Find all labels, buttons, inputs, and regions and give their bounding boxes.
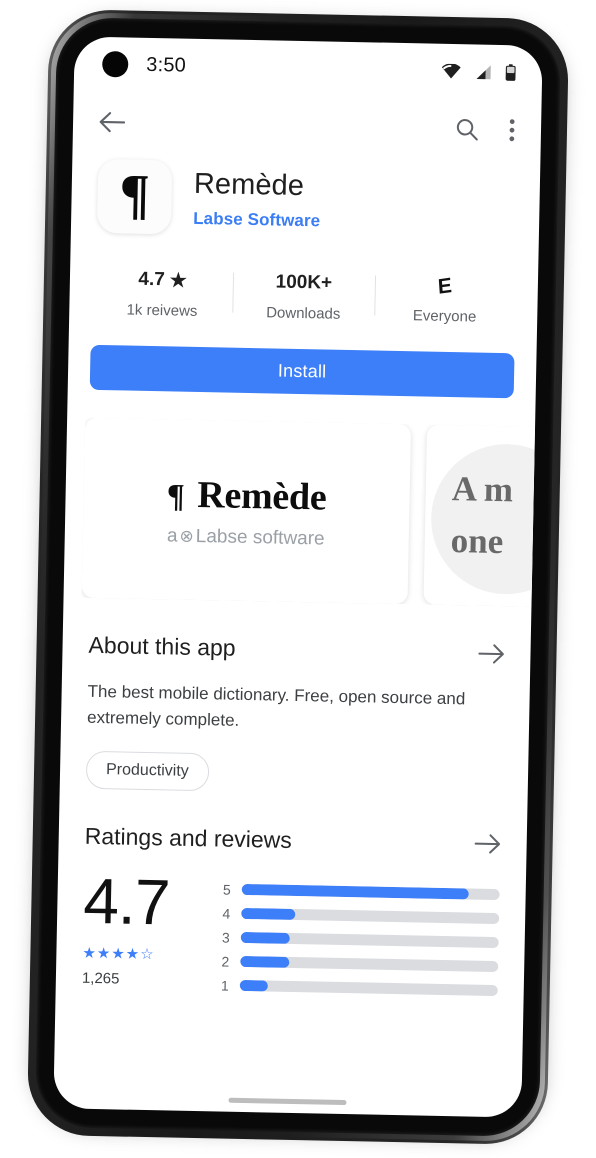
front-camera-punch-hole	[101, 50, 129, 78]
esrb-everyone-icon: E	[437, 273, 453, 299]
screenshot-item-1[interactable]: ¶ Remède a ⊗ Labse software	[81, 417, 412, 605]
ratings-body: 4.7 ★★★★☆ 1,265 5 4 3 2 1	[81, 864, 500, 999]
ratings-section: Ratings and reviews 4.7 ★★★★☆ 1,265 5 4 …	[56, 822, 527, 999]
phone-device: 3:50 ¶ Remède Labse Software 4.7 ★ 1k re…	[26, 8, 570, 1146]
ratings-total-count: 1,265	[81, 969, 120, 988]
screenshot-1-subtitle: a ⊗ Labse software	[167, 525, 325, 550]
back-arrow-icon[interactable]	[99, 111, 126, 134]
histogram-row: 5	[222, 881, 500, 903]
arrow-right-icon[interactable]	[478, 643, 504, 664]
app-bar	[72, 90, 541, 161]
ratings-section-header[interactable]: Ratings and reviews	[84, 822, 501, 857]
app-stats-row: 4.7 ★ 1k reivews 100K+ Downloads E Every…	[91, 267, 516, 326]
stat-downloads[interactable]: 100K+ Downloads	[232, 270, 374, 324]
histogram-row: 2	[220, 953, 499, 975]
about-section-header[interactable]: About this app	[88, 632, 504, 667]
screenshot-1-logo: ¶ Remède	[166, 472, 326, 519]
app-title: Remède	[193, 167, 305, 203]
screenshot-item-2[interactable]: A m one	[423, 424, 536, 607]
gesture-navigation-pill[interactable]	[228, 1097, 347, 1106]
histogram-fill-2	[240, 956, 290, 969]
stat-rating-value: 4.7 ★	[138, 268, 187, 293]
remede-mark-glyph: ¶	[166, 477, 185, 515]
star-icon: ★	[169, 269, 188, 292]
search-icon[interactable]	[455, 117, 479, 141]
histogram-label-4: 4	[222, 905, 231, 922]
histogram-track-1	[239, 980, 498, 997]
app-bar-actions	[455, 117, 515, 142]
histogram-label-5: 5	[222, 881, 231, 898]
arrow-right-icon[interactable]	[474, 834, 501, 855]
stat-rating-number: 4.7	[138, 268, 165, 291]
histogram-label-2: 2	[221, 953, 230, 970]
histogram-label-1: 1	[220, 977, 229, 994]
histogram-label-3: 3	[221, 929, 230, 946]
overflow-menu-icon[interactable]	[509, 118, 515, 142]
stat-rating-label: 1k reivews	[126, 301, 198, 320]
battery-icon	[505, 63, 516, 81]
histogram-track-4	[241, 908, 500, 925]
labse-mark-icon: ⊗	[179, 526, 194, 546]
status-bar-indicators	[441, 62, 522, 81]
histogram-fill-5	[241, 884, 469, 900]
screenshot-2-line-2: one	[450, 521, 504, 562]
phone-screen: 3:50 ¶ Remède Labse Software 4.7 ★ 1k re…	[53, 36, 543, 1118]
app-identity: Remède Labse Software	[193, 167, 321, 231]
status-bar: 3:50	[74, 36, 543, 99]
ratings-title: Ratings and reviews	[84, 822, 293, 853]
app-header: ¶ Remède Labse Software	[71, 152, 541, 241]
ratings-average-score: 4.7	[82, 864, 171, 939]
histogram-fill-4	[241, 908, 296, 921]
about-section: About this app The best mobile dictionar…	[60, 631, 531, 797]
histogram-row: 4	[221, 905, 500, 927]
screenshot-1-subtitle-pre: a	[166, 524, 178, 547]
stat-content-rating-value: E	[437, 273, 453, 299]
category-chip-productivity[interactable]: Productivity	[85, 750, 210, 791]
wifi-icon	[441, 63, 461, 78]
status-bar-clock: 3:50	[146, 53, 187, 77]
histogram-track-5	[241, 884, 500, 901]
histogram-row: 1	[220, 977, 498, 999]
app-icon[interactable]: ¶	[96, 158, 173, 235]
ratings-summary: 4.7 ★★★★☆ 1,265	[81, 864, 196, 988]
screenshot-stage: 3:50 ¶ Remède Labse Software 4.7 ★ 1k re…	[0, 0, 596, 1158]
screenshot-1-subtitle-post: Labse software	[195, 525, 325, 550]
screenshot-2-line-1: A m	[451, 468, 514, 509]
histogram-row: 3	[221, 929, 499, 951]
stat-rating[interactable]: 4.7 ★ 1k reivews	[91, 267, 233, 321]
about-title: About this app	[88, 631, 236, 661]
install-button[interactable]: Install	[89, 344, 515, 399]
about-description: The best mobile dictionary. Free, open s…	[86, 681, 466, 730]
app-icon-glyph: ¶	[118, 163, 151, 226]
histogram-track-2	[240, 956, 499, 973]
cellular-signal-icon	[476, 64, 491, 79]
histogram-fill-3	[240, 932, 290, 945]
ratings-histogram: 5 4 3 2 1	[220, 874, 500, 999]
ratings-star-row: ★★★★☆	[82, 944, 155, 963]
stat-content-rating[interactable]: E Everyone	[374, 272, 516, 326]
histogram-track-3	[240, 932, 499, 949]
stat-content-rating-label: Everyone	[412, 307, 477, 326]
stat-downloads-value: 100K+	[275, 271, 333, 294]
screenshot-1-title: Remède	[196, 473, 327, 519]
stat-downloads-label: Downloads	[266, 304, 341, 323]
screenshot-carousel[interactable]: ¶ Remède a ⊗ Labse software A m one	[81, 417, 536, 607]
histogram-fill-1	[239, 980, 269, 992]
app-developer-link[interactable]: Labse Software	[193, 209, 320, 232]
